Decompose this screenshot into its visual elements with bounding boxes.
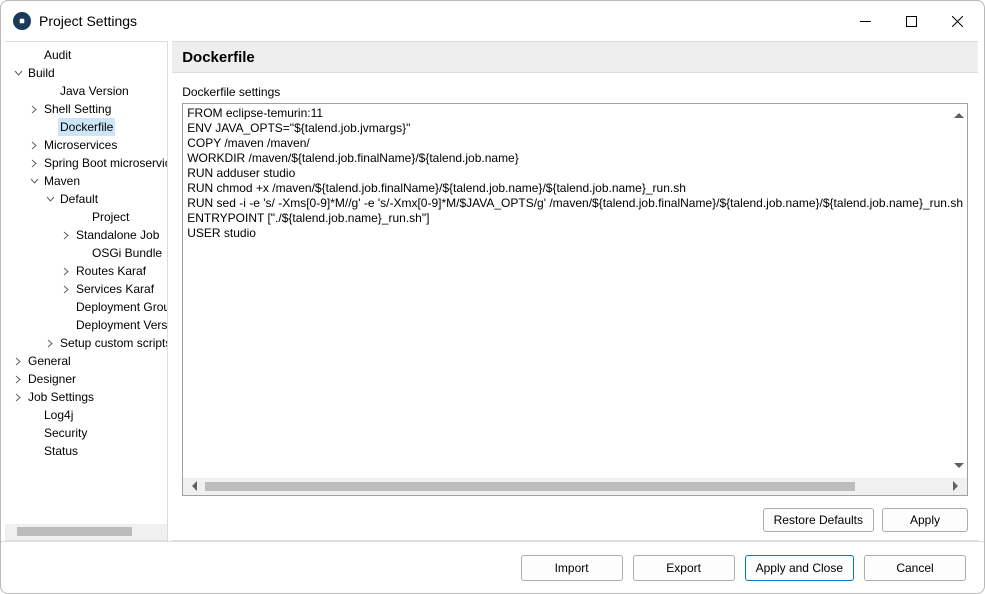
- expander-spacer: [59, 300, 73, 314]
- chevron-right-icon[interactable]: [27, 156, 41, 170]
- tree-item-label: Spring Boot microservices (Deprecated): [42, 154, 167, 172]
- tree-item-label: Log4j: [42, 406, 75, 424]
- chevron-down-icon[interactable]: [27, 174, 41, 188]
- tree-item-label: Deployment Versioning: [74, 316, 167, 334]
- tree-item[interactable]: Java Version: [5, 82, 167, 100]
- tree-item-label: Microservices: [42, 136, 119, 154]
- tree-item[interactable]: Build: [5, 64, 167, 82]
- tree-item[interactable]: Services Karaf: [5, 280, 167, 298]
- tree-item-label: Java Version: [58, 82, 131, 100]
- titlebar: Project Settings: [1, 1, 984, 41]
- tree-item[interactable]: Security: [5, 424, 167, 442]
- tree-item[interactable]: Project: [5, 208, 167, 226]
- tree-item[interactable]: Designer: [5, 370, 167, 388]
- expander-spacer: [75, 246, 89, 260]
- tree-item[interactable]: Maven: [5, 172, 167, 190]
- settings-tree: AuditBuildJava VersionShell SettingDocke…: [5, 41, 168, 541]
- chevron-right-icon[interactable]: [59, 282, 73, 296]
- tree-item-label: Setup custom scripts by folder: [58, 334, 167, 352]
- settings-label: Dockerfile settings: [172, 73, 978, 103]
- chevron-right-icon[interactable]: [59, 264, 73, 278]
- expander-spacer: [27, 408, 41, 422]
- content-header: Dockerfile: [172, 42, 978, 73]
- chevron-right-icon[interactable]: [11, 354, 25, 368]
- minimize-button[interactable]: [842, 5, 888, 37]
- tree-item[interactable]: Deployment GroupId: [5, 298, 167, 316]
- tree-item-label: Standalone Job: [74, 226, 161, 244]
- dialog-button-bar: Import Export Apply and Close Cancel: [1, 541, 984, 593]
- tree-item[interactable]: Deployment Versioning: [5, 316, 167, 334]
- tree-item[interactable]: Job Settings: [5, 388, 167, 406]
- chevron-right-icon[interactable]: [43, 336, 57, 350]
- chevron-down-icon[interactable]: [11, 66, 25, 80]
- tree-item[interactable]: Dockerfile: [5, 118, 167, 136]
- tree-item-label: General: [26, 352, 73, 370]
- tree-item[interactable]: OSGi Bundle: [5, 244, 167, 262]
- tree-item-label: Project: [90, 208, 131, 226]
- tree-item-label: Dockerfile: [58, 118, 115, 136]
- expander-spacer: [27, 426, 41, 440]
- maximize-button[interactable]: [888, 5, 934, 37]
- expander-spacer: [27, 444, 41, 458]
- expander-spacer: [75, 210, 89, 224]
- tree-item[interactable]: Microservices: [5, 136, 167, 154]
- editor-vscroll[interactable]: [949, 104, 967, 477]
- expander-spacer: [27, 48, 41, 62]
- chevron-right-icon[interactable]: [11, 390, 25, 404]
- import-button[interactable]: Import: [521, 555, 623, 581]
- tree-item[interactable]: Log4j: [5, 406, 167, 424]
- chevron-down-icon[interactable]: [43, 192, 57, 206]
- dockerfile-editor-container: FROM eclipse-temurin:11 ENV JAVA_OPTS="$…: [182, 103, 968, 496]
- tree-item[interactable]: Status: [5, 442, 167, 460]
- tree-item[interactable]: Standalone Job: [5, 226, 167, 244]
- tree-item[interactable]: General: [5, 352, 167, 370]
- app-icon: [13, 12, 31, 30]
- tree-item[interactable]: Setup custom scripts by folder: [5, 334, 167, 352]
- tree-item-label: Security: [42, 424, 89, 442]
- tree-item-label: Shell Setting: [42, 100, 113, 118]
- tree-item-label: Designer: [26, 370, 78, 388]
- tree-item-label: Maven: [42, 172, 82, 190]
- close-button[interactable]: [934, 5, 980, 37]
- tree-item-label: OSGi Bundle: [90, 244, 164, 262]
- window-title: Project Settings: [39, 13, 842, 29]
- sidebar-scrollbar[interactable]: [5, 524, 167, 540]
- tree-item-label: Audit: [42, 46, 73, 64]
- tree-item-label: Build: [26, 64, 57, 82]
- expander-spacer: [43, 84, 57, 98]
- tree-item[interactable]: Routes Karaf: [5, 262, 167, 280]
- tree-item[interactable]: Shell Setting: [5, 100, 167, 118]
- chevron-right-icon[interactable]: [27, 138, 41, 152]
- tree-item-label: Status: [42, 442, 80, 460]
- editor-hscroll[interactable]: [183, 478, 967, 495]
- tree-item[interactable]: Default: [5, 190, 167, 208]
- tree-item-label: Default: [58, 190, 100, 208]
- tree-item[interactable]: Spring Boot microservices (Deprecated): [5, 154, 167, 172]
- tree-item-label: Deployment GroupId: [74, 298, 167, 316]
- cancel-button[interactable]: Cancel: [864, 555, 966, 581]
- dockerfile-editor[interactable]: FROM eclipse-temurin:11 ENV JAVA_OPTS="$…: [183, 104, 967, 478]
- expander-spacer: [43, 120, 57, 134]
- chevron-right-icon[interactable]: [27, 102, 41, 116]
- tree-item-label: Routes Karaf: [74, 262, 148, 280]
- export-button[interactable]: Export: [633, 555, 735, 581]
- tree-item[interactable]: Audit: [5, 46, 167, 64]
- expander-spacer: [59, 318, 73, 332]
- apply-button[interactable]: Apply: [882, 508, 968, 532]
- tree-item-label: Services Karaf: [74, 280, 156, 298]
- restore-defaults-button[interactable]: Restore Defaults: [763, 508, 874, 532]
- chevron-right-icon[interactable]: [11, 372, 25, 386]
- apply-and-close-button[interactable]: Apply and Close: [745, 555, 854, 581]
- tree-item-label: Job Settings: [26, 388, 96, 406]
- chevron-right-icon[interactable]: [59, 228, 73, 242]
